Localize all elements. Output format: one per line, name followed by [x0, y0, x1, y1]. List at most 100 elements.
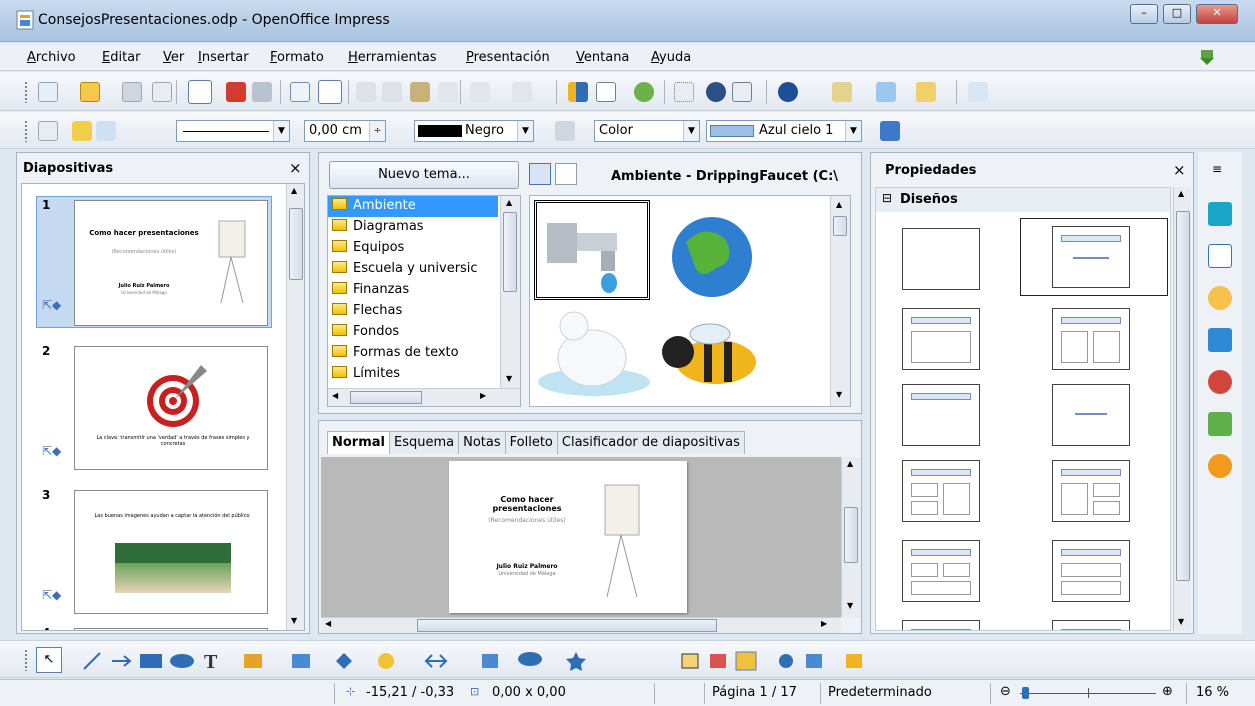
- format-paintbrush-icon[interactable]: [438, 82, 458, 102]
- toolbar-grip[interactable]: [24, 81, 28, 103]
- paste-icon[interactable]: [410, 82, 430, 102]
- layout-title-2content[interactable]: [902, 460, 980, 522]
- slide-transition-icon[interactable]: [1208, 328, 1232, 352]
- styles-icon[interactable]: [1208, 370, 1232, 394]
- theme-list-hscrollbar[interactable]: ◀ ▶: [328, 388, 520, 406]
- toolbar-grip[interactable]: [24, 649, 28, 671]
- zoom-slider-handle[interactable]: [1022, 687, 1029, 699]
- scrollbar-thumb[interactable]: [417, 619, 717, 632]
- navigator-icon[interactable]: [706, 82, 726, 102]
- scrollbar-thumb[interactable]: [1176, 211, 1190, 581]
- shadow-icon[interactable]: [880, 121, 900, 141]
- print-icon[interactable]: [252, 82, 272, 102]
- help-icon[interactable]: [778, 82, 798, 102]
- icon-view-button[interactable]: [529, 163, 551, 185]
- slide-thumbnail-3[interactable]: Las buenas imagenes ayudan a captar la a…: [74, 490, 268, 614]
- scroll-down-icon[interactable]: ▼: [506, 374, 512, 383]
- scrollbar-thumb[interactable]: [350, 391, 422, 404]
- close-icon[interactable]: ×: [1173, 161, 1186, 179]
- scroll-down-icon[interactable]: ▼: [847, 601, 853, 610]
- layout-title-content-over[interactable]: [1052, 540, 1130, 602]
- layout-two-columns[interactable]: [1052, 308, 1130, 370]
- gallery-scrollbar[interactable]: ▲ ▼: [830, 196, 850, 406]
- theme-item[interactable]: Fondos: [332, 322, 496, 343]
- spellcheck-icon[interactable]: [290, 82, 310, 102]
- maximize-button[interactable]: □: [1163, 4, 1191, 24]
- chevron-down-icon[interactable]: ▼: [845, 121, 861, 141]
- menu-presentacion[interactable]: Presentación: [466, 50, 550, 65]
- arrow-style-icon[interactable]: [96, 121, 116, 141]
- scrollbar-thumb[interactable]: [503, 212, 517, 292]
- slide-thumbnail-4[interactable]: [74, 628, 268, 630]
- slide-icon[interactable]: [832, 82, 852, 102]
- theme-item[interactable]: Flechas: [332, 301, 496, 322]
- line-style-select[interactable]: ▼: [176, 120, 290, 142]
- grid-icon[interactable]: [674, 82, 694, 102]
- menu-insertar[interactable]: Insertar: [198, 50, 249, 65]
- open-folder-icon[interactable]: [80, 82, 100, 102]
- update-download-icon[interactable]: [1197, 48, 1217, 66]
- theme-item[interactable]: Límites: [332, 364, 496, 385]
- slide-canvas[interactable]: Como hacer presentaciones (Recomendacion…: [321, 457, 841, 617]
- menu-ver[interactable]: Ver: [163, 50, 184, 65]
- theme-item[interactable]: Diagramas: [332, 217, 496, 238]
- slide-thumbnail-2[interactable]: La clave: transmitir una 'verdad' a trav…: [74, 346, 268, 470]
- custom-animation-icon[interactable]: [1208, 286, 1232, 310]
- tab-esquema[interactable]: Esquema: [389, 431, 460, 454]
- edit-file-icon[interactable]: [188, 80, 212, 104]
- chevron-down-icon[interactable]: ▼: [683, 121, 699, 141]
- copy-icon[interactable]: [382, 82, 402, 102]
- globe-icon[interactable]: [666, 212, 760, 302]
- hyperlink-icon[interactable]: [634, 82, 654, 102]
- line-color-select[interactable]: Negro ▼: [414, 120, 534, 142]
- properties-deck-icon[interactable]: [1208, 202, 1232, 226]
- slide-thumbnail-1[interactable]: Como hacer presentaciones (Recomendacion…: [74, 200, 268, 326]
- menu-formato[interactable]: Formato: [270, 50, 324, 65]
- auto-spellcheck-icon[interactable]: [318, 80, 342, 104]
- chevron-down-icon[interactable]: ▼: [273, 121, 289, 141]
- toolbar-grip[interactable]: [24, 120, 28, 142]
- editor-hscrollbar[interactable]: ◀ ▶: [321, 617, 841, 633]
- scroll-left-icon[interactable]: ◀: [325, 619, 331, 628]
- style-icon[interactable]: [38, 121, 58, 141]
- theme-list-scrollbar[interactable]: ▲ ▼: [500, 196, 520, 388]
- layout-partial-1[interactable]: [902, 620, 980, 630]
- chevron-down-icon[interactable]: ▼: [517, 121, 533, 141]
- tab-clasificador[interactable]: Clasificador de diapositivas: [556, 431, 745, 454]
- area-style-select[interactable]: Color ▼: [594, 120, 700, 142]
- menu-ayuda[interactable]: Ayuda: [651, 50, 691, 65]
- scroll-down-icon[interactable]: ▼: [836, 390, 842, 399]
- close-window-button[interactable]: ✕: [1196, 4, 1238, 24]
- cut-icon[interactable]: [356, 82, 376, 102]
- select-tool-icon[interactable]: ↖: [36, 647, 62, 673]
- layout-centered-text[interactable]: [1052, 384, 1130, 446]
- editor-vscrollbar[interactable]: ▲ ▼: [841, 457, 861, 617]
- menu-archivo[interactable]: Archivo: [27, 50, 76, 65]
- zoom-icon[interactable]: [732, 82, 752, 102]
- gallery-item-selected[interactable]: [534, 200, 650, 300]
- scroll-up-icon[interactable]: ▲: [291, 186, 297, 195]
- scrollbar-thumb[interactable]: [844, 507, 858, 563]
- tab-folleto[interactable]: Folleto: [504, 431, 558, 454]
- scrollbar-thumb[interactable]: [833, 216, 847, 236]
- menu-ventana[interactable]: Ventana: [576, 50, 629, 65]
- email-icon[interactable]: [152, 82, 172, 102]
- spin-icon[interactable]: ÷: [369, 121, 385, 141]
- scroll-right-icon[interactable]: ▶: [821, 619, 827, 628]
- undo-icon[interactable]: [470, 82, 490, 102]
- slide-show-icon[interactable]: [916, 82, 936, 102]
- theme-item[interactable]: Escuela y universic: [332, 259, 496, 280]
- properties-scrollbar[interactable]: ▲ ▼: [1173, 187, 1191, 631]
- chart-icon[interactable]: [568, 82, 588, 102]
- line-icon[interactable]: [72, 121, 92, 141]
- slides-scrollbar[interactable]: ▲ ▼: [286, 184, 304, 630]
- polar-bear-icon[interactable]: [534, 304, 654, 404]
- layout-blank[interactable]: [902, 228, 980, 290]
- save-icon[interactable]: [122, 82, 142, 102]
- view-presentation-icon[interactable]: [968, 82, 988, 102]
- scroll-up-icon[interactable]: ▲: [506, 198, 512, 207]
- slide-layout-icon[interactable]: [876, 82, 896, 102]
- scroll-right-icon[interactable]: ▶: [480, 391, 486, 400]
- master-page-name[interactable]: Predeterminado: [828, 685, 932, 700]
- menu-herramientas[interactable]: Herramientas: [348, 50, 437, 65]
